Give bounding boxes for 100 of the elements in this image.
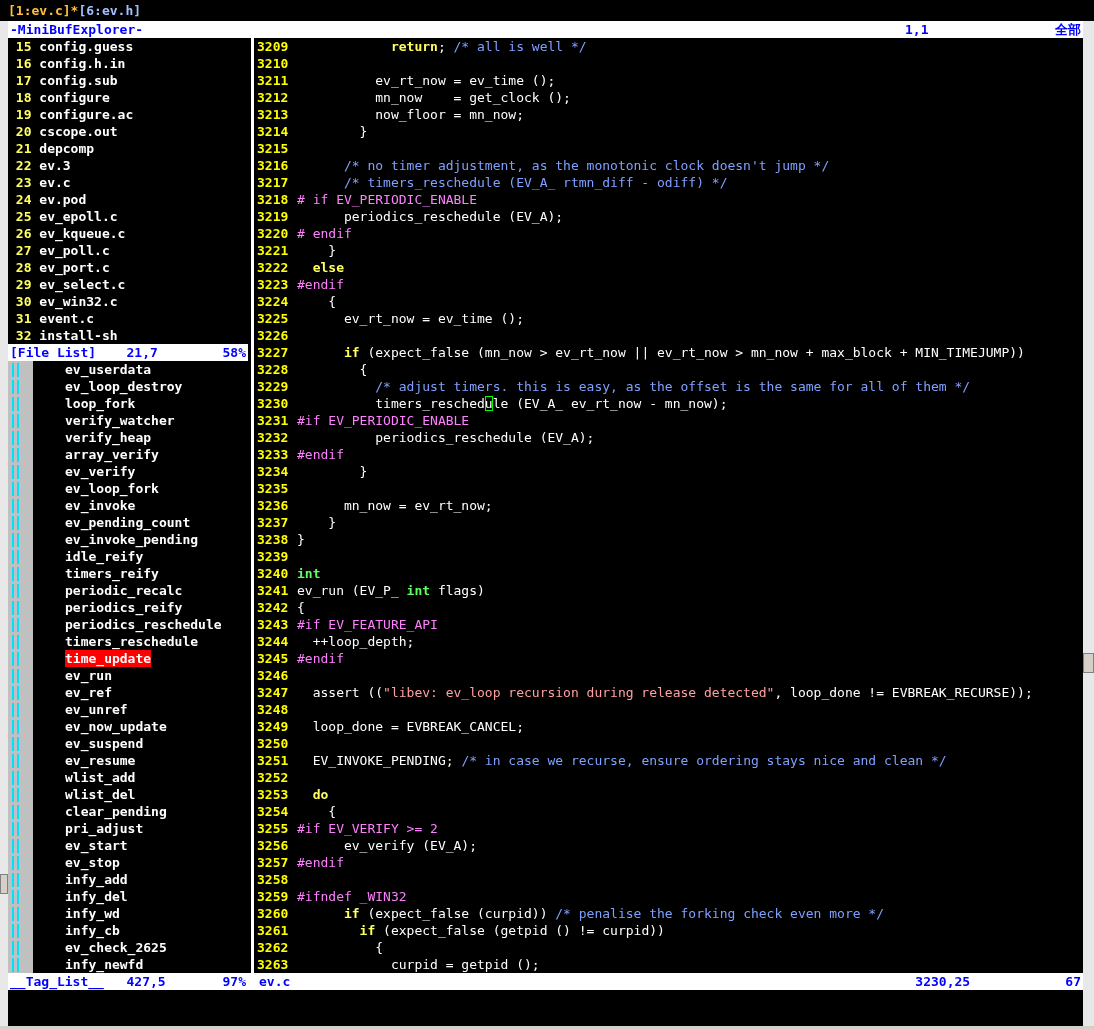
line-number: 3236 [257, 497, 290, 514]
tag-item[interactable]: ev_userdata [65, 361, 152, 378]
line-number: 3246 [257, 667, 290, 684]
fold-column-icon [8, 361, 33, 378]
tag-item[interactable]: periodic_recalc [65, 582, 183, 599]
tag-item[interactable]: idle_reify [65, 548, 144, 565]
tag-item[interactable]: ev_resume [65, 752, 136, 769]
line-number: 3218 [257, 191, 290, 208]
tag-item[interactable]: ev_now_update [65, 718, 167, 735]
tag-item[interactable]: periodics_reschedule [65, 616, 222, 633]
line-number: 3231 [257, 412, 290, 429]
file-list-item[interactable]: 23 ev.c [8, 174, 248, 191]
tag-item[interactable]: clear_pending [65, 803, 167, 820]
tag-item[interactable]: wlist_add [65, 769, 136, 786]
file-list-item[interactable]: 29 ev_select.c [8, 276, 248, 293]
tag-item[interactable]: array_verify [65, 446, 159, 463]
line-number: 3209 [257, 38, 290, 55]
file-list-item[interactable]: 16 config.h.in [8, 55, 248, 72]
file-list-item[interactable]: 30 ev_win32.c [8, 293, 248, 310]
tag-item[interactable]: pri_adjust [65, 820, 144, 837]
code-line: ++loop_depth; [311, 633, 415, 650]
tag-item[interactable]: ev_loop_destroy [65, 378, 183, 395]
tag-item[interactable]: ev_invoke_pending [65, 531, 199, 548]
file-list-item[interactable]: 26 ev_kqueue.c [8, 225, 248, 242]
code-line: # endif [297, 225, 352, 242]
code-line: #if EV_PERIODIC_ENABLE [297, 412, 470, 429]
line-number: 3256 [257, 837, 290, 854]
line-number: 3220 [257, 225, 290, 242]
line-number: 3224 [257, 293, 290, 310]
file-list-item[interactable]: 22 ev.3 [8, 157, 248, 174]
tag-item[interactable]: ev_loop_fork [65, 480, 159, 497]
scrollbar[interactable] [1083, 21, 1094, 1026]
file-list-item[interactable]: 21 depcomp [8, 140, 248, 157]
tag-item[interactable]: infy_add [65, 871, 128, 888]
line-number: 3262 [257, 939, 290, 956]
cursor-position: 21,7 [126, 344, 159, 361]
code-line: /* timers_reschedule (EV_A_ rtmn_diff - odiff) */ [342, 174, 728, 191]
code-line: #if EV_FEATURE_API [297, 616, 438, 633]
tag-item[interactable]: infy_cb [65, 922, 120, 939]
tag-item[interactable]: verify_watcher [65, 412, 175, 429]
tag-item[interactable]: ev_start [65, 837, 128, 854]
file-list-item[interactable]: 18 configure [8, 89, 248, 106]
tag-item[interactable]: loop_fork [65, 395, 136, 412]
cursor-position: 427,5 [126, 973, 167, 990]
tag-item[interactable]: ev_pending_count [65, 514, 191, 531]
tag-item[interactable]: ev_ref [65, 684, 112, 701]
file-list-item[interactable]: 25 ev_epoll.c [8, 208, 248, 225]
file-list-item[interactable]: 20 cscope.out [8, 123, 248, 140]
line-number: 3258 [257, 871, 290, 888]
code-line: if (expect_false (mn_now > ev_rt_now || ev_rt_now > mn_now + max_block + MIN_TIMEJUMP)) [342, 344, 1025, 361]
code-line: if (expect_false (curpid)) /* penalise the forking check even more */ [342, 905, 885, 922]
code-line: /* no timer adjustment, as the monotonic clock doesn't jump */ [342, 157, 830, 174]
line-number: 3212 [257, 89, 290, 106]
cursor-position: 1,1 [905, 21, 930, 38]
scroll-percent: 全部 [1055, 21, 1082, 38]
tag-item[interactable]: ev_run [65, 667, 112, 684]
line-number: 3210 [257, 55, 290, 72]
buffer-tab[interactable]: [1:ev.c]* [8, 2, 79, 19]
tag-item[interactable]: ev_unref [65, 701, 128, 718]
buffer-name: ev.c [258, 973, 291, 990]
code-line: #ifndef _WIN32 [297, 888, 407, 905]
tag-item[interactable]: time_update [65, 650, 152, 667]
buffer-tab[interactable]: [6:ev.h] [78, 2, 142, 19]
file-list-item[interactable]: 19 configure.ac [8, 106, 248, 123]
code-line: { [327, 803, 337, 820]
tag-item[interactable]: infy_wd [65, 905, 120, 922]
tag-item[interactable]: timers_reify [65, 565, 159, 582]
tag-item[interactable]: ev_invoke [65, 497, 136, 514]
tag-item[interactable]: verify_heap [65, 429, 152, 446]
tag-item[interactable]: ev_stop [65, 854, 120, 871]
tag-item[interactable]: ev_verify [65, 463, 136, 480]
tag-item[interactable]: timers_reschedule [65, 633, 199, 650]
code-line: ev_run (EV_P_ int flags) [297, 582, 485, 599]
code-line: if (expect_false (getpid () != curpid)) [358, 922, 665, 939]
file-list-item[interactable]: 27 ev_poll.c [8, 242, 248, 259]
tag-item[interactable]: infy_newfd [65, 956, 144, 973]
line-number: 3213 [257, 106, 290, 123]
tag-item[interactable]: periodics_reify [65, 599, 183, 616]
code-line: } [327, 242, 337, 259]
tag-item[interactable]: infy_del [65, 888, 128, 905]
scrollbar-thumb[interactable] [0, 874, 8, 894]
code-line: { [297, 599, 305, 616]
code-line: int [297, 565, 321, 582]
code-line: curpid = getpid (); [389, 956, 540, 973]
tag-item[interactable]: wlist_del [65, 786, 136, 803]
buffer-name: [File List] [9, 344, 97, 361]
file-list-item[interactable]: 28 ev_port.c [8, 259, 248, 276]
line-number: 3239 [257, 548, 290, 565]
fold-column-icon [8, 956, 33, 973]
code-line: } [297, 531, 305, 548]
file-list-item[interactable]: 24 ev.pod [8, 191, 248, 208]
file-list-item[interactable]: 15 config.guess [8, 38, 248, 55]
file-list-item[interactable]: 31 event.c [8, 310, 248, 327]
scrollbar[interactable] [0, 21, 8, 1026]
file-list-item[interactable]: 17 config.sub [8, 72, 248, 89]
tag-item[interactable]: ev_suspend [65, 735, 144, 752]
file-list-item[interactable]: 32 install-sh [8, 327, 248, 344]
line-number: 3247 [257, 684, 290, 701]
scrollbar-thumb[interactable] [1083, 653, 1094, 673]
tag-item[interactable]: ev_check_2625 [65, 939, 167, 956]
